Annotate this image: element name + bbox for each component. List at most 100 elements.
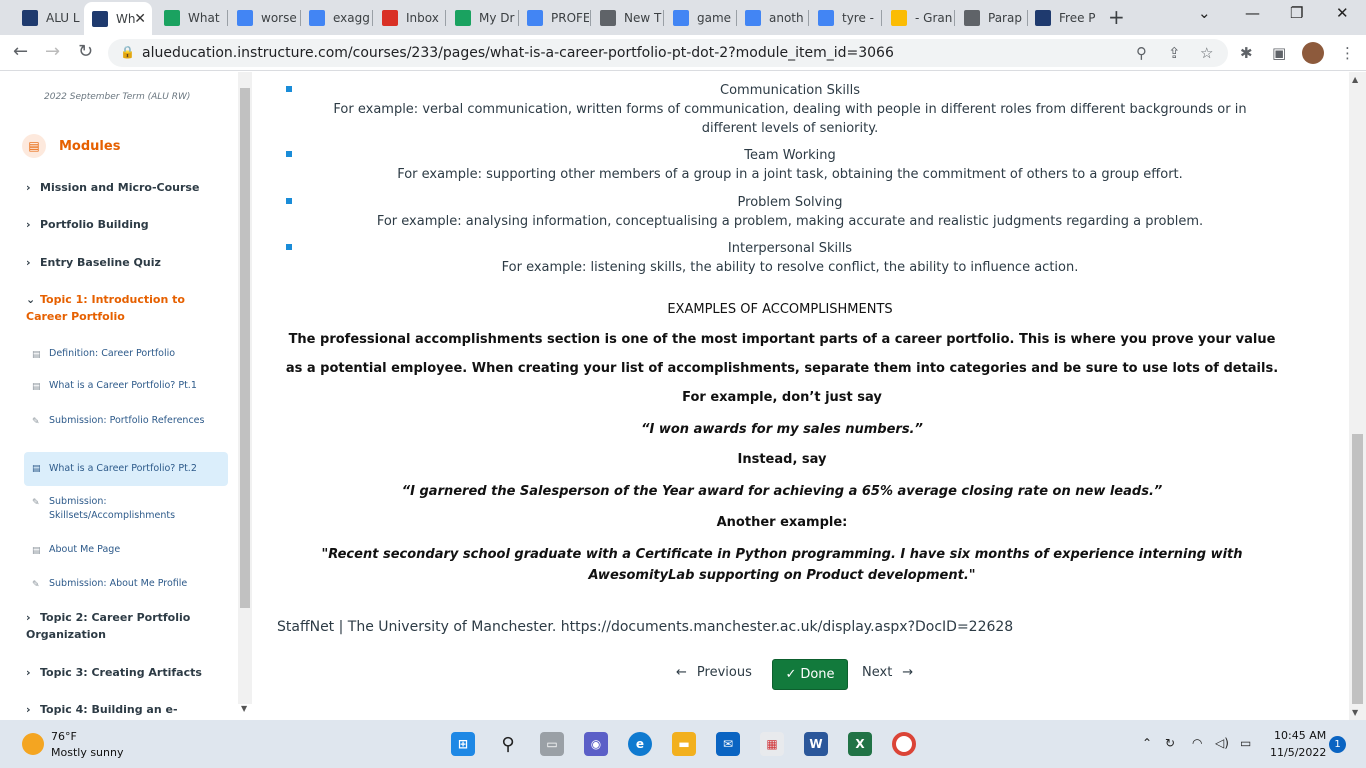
share-icon[interactable]: ⇪ bbox=[1168, 44, 1181, 62]
search-icon[interactable]: ⚲ bbox=[496, 732, 520, 756]
reload-icon[interactable]: ↻ bbox=[78, 41, 93, 62]
back-icon[interactable]: ← bbox=[13, 41, 28, 62]
side-panel-icon[interactable]: ▣ bbox=[1272, 44, 1286, 62]
browser-tab[interactable]: tyre - bbox=[810, 4, 880, 31]
close-window-icon[interactable]: ✕ bbox=[1336, 4, 1349, 22]
skill-title: Communication Skills bbox=[720, 83, 860, 98]
page-icon: ▤ bbox=[32, 350, 41, 360]
browser-tab[interactable]: New T bbox=[592, 4, 662, 31]
restore-icon[interactable]: ❐ bbox=[1290, 4, 1303, 22]
address-bar[interactable]: 🔒 alueducation.instructure.com/courses/2… bbox=[108, 39, 1228, 67]
menu-icon[interactable]: ⋮ bbox=[1340, 44, 1355, 62]
skill-communication: Communication Skills For example: verbal… bbox=[312, 81, 1268, 138]
browser-tab[interactable]: anoth bbox=[737, 4, 807, 31]
new-tab-button[interactable]: + bbox=[1108, 5, 1125, 29]
browser-tab[interactable]: My Dr bbox=[447, 4, 517, 31]
browser-tab[interactable]: What bbox=[156, 4, 226, 31]
forward-icon[interactable]: → bbox=[45, 41, 60, 62]
start-icon[interactable]: ⊞ bbox=[451, 732, 475, 756]
sidebar-item-about-me-profile[interactable]: ✎ Submission: About Me Profile bbox=[24, 577, 228, 591]
notification-badge[interactable]: 1 bbox=[1329, 736, 1346, 753]
chevron-up-icon[interactable]: ⌃ bbox=[1142, 736, 1152, 750]
modules-header[interactable]: ▤ Modules bbox=[22, 134, 120, 158]
browser-tab[interactable]: ALU L bbox=[14, 4, 84, 31]
sidebar-item-pt2[interactable]: ▤ What is a Career Portfolio? Pt.2 bbox=[24, 452, 228, 486]
check-circle-icon: ✓ bbox=[785, 667, 797, 682]
tab-favicon-icon bbox=[673, 9, 689, 26]
file-explorer-icon[interactable]: ▬ bbox=[672, 732, 696, 756]
extensions-icon[interactable]: ✱ bbox=[1240, 44, 1253, 62]
chat-icon[interactable]: ◉ bbox=[584, 732, 608, 756]
battery-icon[interactable]: ▭ bbox=[1240, 736, 1251, 750]
module-topic-1[interactable]: ⌄ Topic 1: Introduction to Career Portfol… bbox=[26, 291, 226, 325]
browser-tab[interactable]: PROFE bbox=[519, 4, 589, 31]
scroll-up-icon[interactable]: ▲ bbox=[1352, 75, 1358, 84]
item-label: About Me Page bbox=[49, 544, 121, 555]
done-button[interactable]: ✓ Done bbox=[772, 659, 848, 690]
chevron-right-icon: › bbox=[26, 218, 31, 231]
sidebar-scrollbar[interactable]: ▼ bbox=[238, 72, 252, 713]
module-topic-2[interactable]: › Topic 2: Career Portfolio Organization bbox=[26, 609, 226, 643]
done-label: Done bbox=[800, 667, 835, 682]
scroll-down-icon[interactable]: ▼ bbox=[1352, 708, 1358, 717]
browser-tab[interactable]: Free P bbox=[1027, 4, 1097, 31]
sidebar-item-references[interactable]: ✎ Submission: Portfolio References bbox=[24, 414, 228, 428]
store-icon[interactable]: ▦ bbox=[760, 732, 784, 756]
tab-label: What bbox=[188, 10, 220, 25]
chrome-icon[interactable] bbox=[892, 732, 916, 756]
page-scrollbar[interactable]: ▲ ▼ bbox=[1349, 72, 1366, 720]
sidebar-item-about-me[interactable]: ▤ About Me Page bbox=[24, 543, 228, 557]
sidebar-item-skillsets[interactable]: ✎ Submission: Skillsets/Accomplishments bbox=[24, 495, 228, 523]
module-pager: ← Previous ✓ Done Next → bbox=[252, 659, 1349, 691]
tab-close-icon[interactable]: ✕ bbox=[134, 11, 146, 27]
tab-separator bbox=[808, 10, 809, 26]
scroll-down-icon[interactable]: ▼ bbox=[241, 704, 247, 713]
module-label: Topic 4: Building an e-Portfolio bbox=[40, 703, 178, 716]
sync-icon[interactable]: ↻ bbox=[1165, 736, 1175, 750]
term-label: 2022 September Term (ALU RW) bbox=[44, 92, 191, 102]
module-mission[interactable]: › Mission and Micro-Course bbox=[26, 179, 226, 196]
module-label: Portfolio Building bbox=[40, 218, 149, 231]
browser-tab[interactable]: Parap bbox=[956, 4, 1026, 31]
page-scroll-thumb[interactable] bbox=[1352, 434, 1363, 704]
mail-icon[interactable]: ✉ bbox=[716, 732, 740, 756]
minimize-icon[interactable]: — bbox=[1245, 4, 1260, 22]
browser-tab[interactable]: worse bbox=[229, 4, 299, 31]
arrow-right-icon: → bbox=[902, 665, 914, 680]
bookmark-star-icon[interactable]: ☆ bbox=[1200, 44, 1213, 62]
word-icon[interactable]: W bbox=[804, 732, 828, 756]
task-view-icon[interactable]: ▭ bbox=[540, 732, 564, 756]
excel-icon[interactable]: X bbox=[848, 732, 872, 756]
wifi-icon[interactable]: ◠ bbox=[1192, 736, 1202, 750]
volume-icon[interactable]: ◁) bbox=[1215, 736, 1229, 750]
sidebar-item-pt1[interactable]: ▤ What is a Career Portfolio? Pt.1 bbox=[24, 379, 228, 393]
module-entry-quiz[interactable]: › Entry Baseline Quiz bbox=[26, 254, 226, 271]
next-button[interactable]: Next → bbox=[862, 665, 913, 680]
chevron-right-icon: › bbox=[26, 256, 31, 269]
skill-desc: For example: verbal communication, writt… bbox=[333, 102, 1247, 136]
module-portfolio-building[interactable]: › Portfolio Building bbox=[26, 216, 226, 233]
weather-icon[interactable] bbox=[22, 733, 44, 755]
page-content: Communication Skills For example: verbal… bbox=[252, 72, 1349, 720]
browser-tab[interactable]: exagg bbox=[301, 4, 371, 31]
tab-search-icon[interactable]: ⌄ bbox=[1198, 4, 1211, 22]
module-topic-3[interactable]: › Topic 3: Creating Artifacts bbox=[26, 664, 226, 681]
clock-date[interactable]: 11/5/2022 bbox=[1270, 746, 1326, 759]
browser-tab[interactable]: Inbox bbox=[374, 4, 444, 31]
chevron-right-icon: › bbox=[26, 666, 31, 679]
bullet-icon bbox=[286, 151, 292, 157]
profile-avatar[interactable] bbox=[1302, 42, 1324, 64]
sidebar-item-definition[interactable]: ▤ Definition: Career Portfolio bbox=[24, 347, 228, 361]
modules-label: Modules bbox=[59, 138, 121, 154]
previous-button[interactable]: ← Previous bbox=[676, 665, 752, 680]
browser-tab[interactable]: Wh ✕ bbox=[84, 2, 152, 35]
browser-tab[interactable]: - Gran bbox=[883, 4, 953, 31]
clock-time[interactable]: 10:45 AM bbox=[1274, 729, 1326, 742]
zoom-icon[interactable]: ⚲ bbox=[1136, 44, 1147, 62]
module-topic-4[interactable]: › Topic 4: Building an e-Portfolio bbox=[26, 701, 226, 720]
tab-label: tyre - bbox=[842, 10, 875, 25]
tab-favicon-icon bbox=[92, 10, 108, 27]
sidebar-scroll-thumb[interactable] bbox=[240, 88, 250, 608]
edge-icon[interactable]: e bbox=[628, 732, 652, 756]
browser-tab[interactable]: game bbox=[665, 4, 735, 31]
